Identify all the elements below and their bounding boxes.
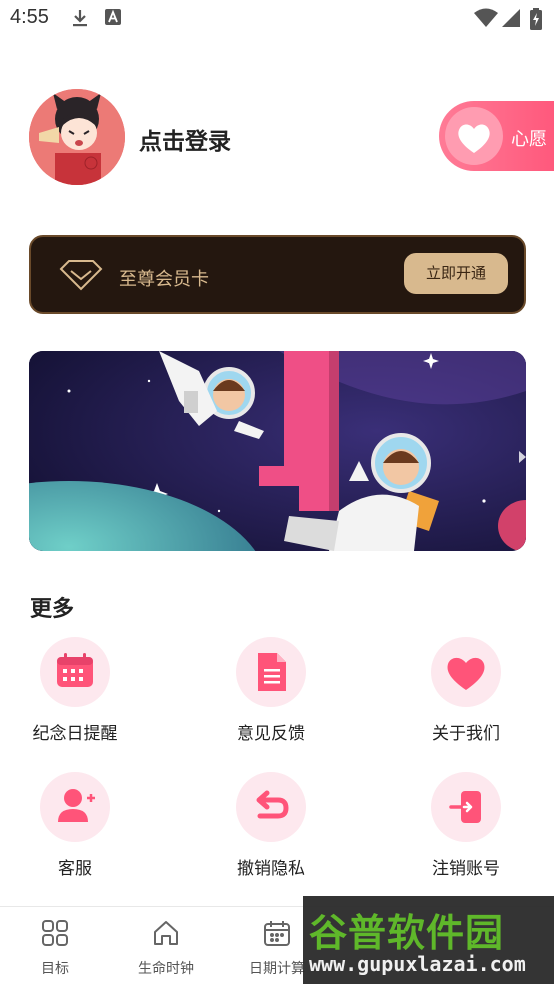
watermark: 谷普软件园 www.gupuxlazai.com	[303, 896, 554, 984]
menu-item-feedback[interactable]: 意见反馈	[206, 637, 336, 757]
astronauts-space-banner	[29, 351, 526, 551]
download-icon	[70, 8, 90, 32]
a-letter-icon	[104, 8, 122, 30]
menu-item-customer-service[interactable]: 客服	[10, 772, 140, 892]
menu-item-anniversary-reminder[interactable]: 纪念日提醒	[10, 637, 140, 757]
nav-tab-life-clock[interactable]: 生命时钟	[111, 907, 221, 984]
menu-label: 注销账号	[432, 859, 500, 879]
menu-item-delete-account[interactable]: 注销账号	[401, 772, 531, 892]
menu-label: 纪念日提醒	[32, 724, 118, 744]
calendar-icon	[40, 637, 110, 707]
login-link[interactable]: 点击登录	[139, 122, 231, 156]
home-icon	[152, 919, 180, 951]
logout-icon	[431, 772, 501, 842]
add-user-icon	[40, 772, 110, 842]
heart-icon	[431, 637, 501, 707]
nav-label: 生命时钟	[138, 961, 194, 977]
wish-button[interactable]: 心愿	[439, 101, 554, 171]
menu-label: 关于我们	[432, 724, 500, 744]
menu-label: 客服	[58, 859, 92, 879]
status-time: 4:55	[10, 6, 49, 28]
heart-icon	[445, 107, 503, 165]
document-icon	[236, 637, 306, 707]
grid-icon	[41, 919, 69, 951]
menu-label: 意见反馈	[237, 724, 305, 744]
status-bar: 4:55	[0, 0, 554, 38]
diamond-icon	[59, 257, 103, 297]
signal-icon	[502, 8, 520, 32]
wish-label: 心愿	[511, 129, 547, 150]
vip-card[interactable]: 至尊会员卡 立即开通	[29, 235, 526, 314]
menu-item-revoke-privacy[interactable]: 撤销隐私	[206, 772, 336, 892]
nav-tab-goals[interactable]: 目标	[0, 907, 110, 984]
menu-item-about-us[interactable]: 关于我们	[401, 637, 531, 757]
cartoon-girl-avatar	[29, 89, 125, 185]
nav-label: 目标	[41, 961, 69, 977]
battery-charging-icon	[530, 8, 542, 34]
wifi-icon	[474, 8, 498, 32]
vip-activate-button[interactable]: 立即开通	[404, 253, 508, 294]
promo-banner[interactable]	[29, 351, 526, 551]
undo-icon	[236, 772, 306, 842]
more-section-title: 更多	[30, 597, 75, 622]
menu-label: 撤销隐私	[237, 859, 305, 879]
avatar[interactable]	[29, 89, 125, 185]
calendar-icon	[263, 919, 291, 951]
watermark-url: www.gupuxlazai.com	[309, 952, 526, 976]
watermark-title: 谷普软件园	[309, 911, 505, 955]
vip-title: 至尊会员卡	[119, 269, 209, 290]
